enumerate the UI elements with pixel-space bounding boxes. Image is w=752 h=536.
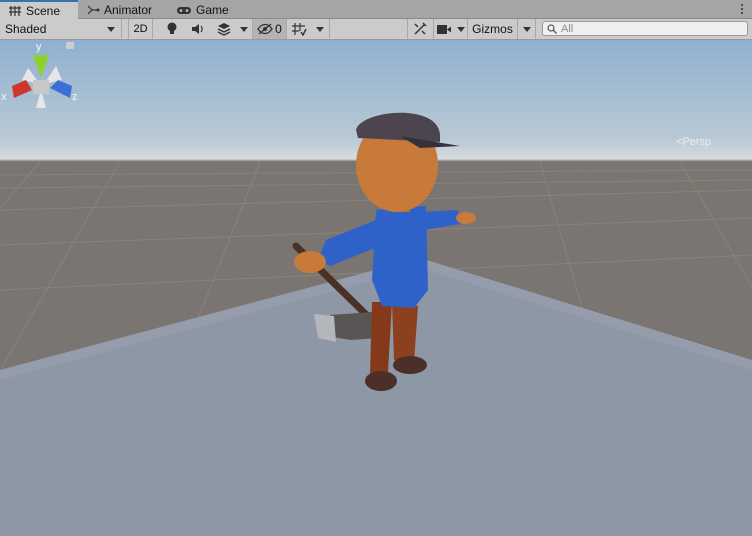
toggle-2d-button[interactable]: 2D	[128, 19, 153, 39]
tools-toggle[interactable]	[407, 19, 431, 39]
tab-scene[interactable]: Scene	[0, 0, 78, 20]
gamepad-icon	[177, 6, 191, 14]
audio-toggle[interactable]	[186, 19, 210, 39]
effects-dropdown[interactable]	[236, 19, 253, 39]
toggle-2d-label: 2D	[133, 23, 148, 35]
axis-z-cone[interactable]	[50, 80, 72, 98]
grid-dropdown[interactable]	[310, 19, 330, 39]
axis-z-label: z	[72, 91, 78, 103]
more-options-icon[interactable]	[738, 1, 746, 17]
draw-mode-dropdown[interactable]: Shaded	[0, 19, 122, 39]
camera-icon	[437, 24, 451, 34]
gizmos-button[interactable]: Gizmos	[467, 19, 517, 39]
grid-icon	[9, 6, 21, 16]
tab-animator[interactable]: Animator	[86, 0, 166, 19]
gizmos-dropdown[interactable]	[517, 19, 536, 39]
speaker-icon	[192, 24, 203, 34]
chevron-down-icon	[522, 26, 531, 32]
search-icon	[547, 23, 557, 34]
lighting-toggle[interactable]	[160, 19, 184, 39]
scene-visibility-toggle[interactable]: 0	[253, 19, 287, 39]
tab-label: Animator	[104, 2, 153, 17]
gizmo-center[interactable]	[33, 80, 49, 94]
scene-search-box[interactable]	[542, 21, 748, 36]
light-bulb-icon	[167, 22, 177, 34]
orientation-gizmo[interactable]: y x z	[0, 40, 84, 150]
tools-icon	[413, 22, 427, 35]
layers-effects-icon	[217, 23, 231, 36]
scene-toolbar: Shaded 2D 0 Gizmos All	[0, 19, 752, 40]
hidden-eye-icon	[257, 23, 273, 35]
hidden-count: 0	[275, 22, 282, 36]
axis-y-cone[interactable]	[33, 55, 49, 78]
grid-snap-toggle[interactable]	[288, 19, 310, 39]
draw-mode-value: Shaded	[5, 22, 47, 36]
animator-icon	[87, 5, 100, 14]
grid-snap-icon	[292, 23, 307, 36]
unity-scene-window: Scene Animator Game Shaded 2D 0 Gizmos A…	[0, 0, 752, 536]
chevron-down-icon	[457, 26, 465, 32]
scene-viewport[interactable]: y x z <Persp	[0, 40, 752, 536]
gizmos-label: Gizmos	[472, 22, 513, 36]
tab-label: Scene	[26, 4, 61, 18]
effects-toggle[interactable]	[212, 19, 236, 39]
chevron-down-icon	[107, 26, 115, 32]
tab-bar: Scene Animator Game	[0, 0, 752, 20]
axis-x-cone[interactable]	[12, 80, 32, 98]
chevron-down-icon	[240, 26, 248, 32]
projection-label[interactable]: <Persp	[676, 136, 711, 148]
chevron-down-icon	[315, 26, 324, 32]
lock-icon[interactable]	[66, 42, 74, 49]
axis-y-label: y	[36, 41, 42, 53]
tab-label: Game	[196, 2, 229, 17]
camera-settings-dropdown[interactable]	[433, 19, 467, 39]
scene-render	[0, 112, 752, 536]
search-input[interactable]	[557, 22, 731, 35]
tab-game[interactable]: Game	[176, 0, 246, 19]
axis-x-label: x	[1, 91, 7, 103]
ground-plane	[0, 258, 752, 536]
